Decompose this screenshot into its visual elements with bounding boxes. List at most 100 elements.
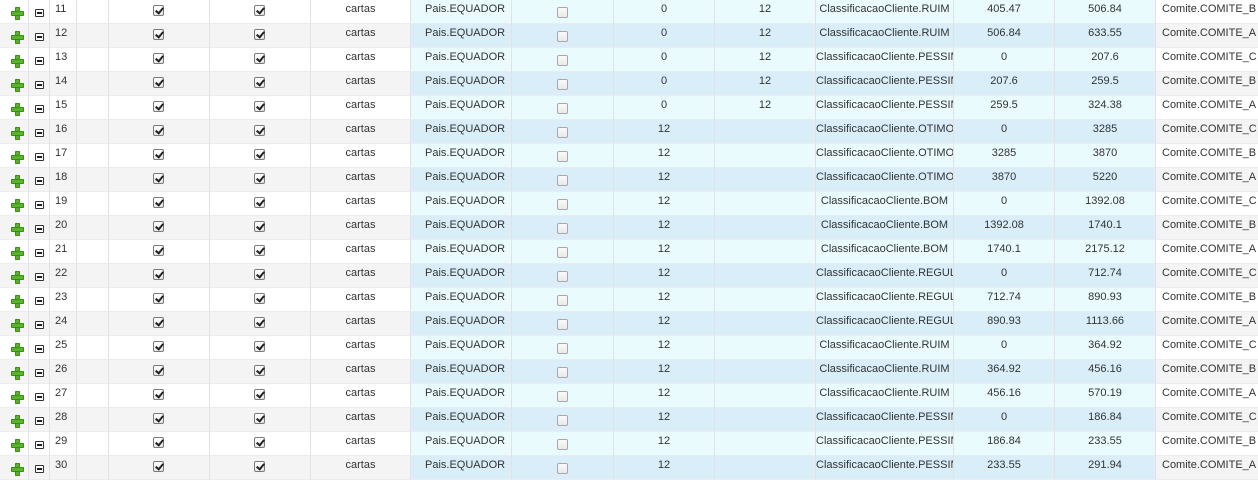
checkbox-checked[interactable] xyxy=(254,341,265,352)
minus-icon[interactable] xyxy=(35,249,44,257)
add-row-cell[interactable] xyxy=(0,432,29,456)
value1-cell[interactable]: 12 xyxy=(614,168,715,192)
max-cell[interactable]: 1392.08 xyxy=(1055,192,1156,216)
checkbox-checked[interactable] xyxy=(254,197,265,208)
remove-row-cell[interactable] xyxy=(29,456,50,480)
comite-cell[interactable]: Comite.COMITE_A xyxy=(1156,96,1258,120)
minus-icon[interactable] xyxy=(35,177,44,185)
value2-cell[interactable]: 12 xyxy=(715,96,816,120)
value1-cell[interactable]: 12 xyxy=(614,408,715,432)
text-cell[interactable]: cartas xyxy=(311,216,411,240)
min-cell[interactable]: 364.92 xyxy=(954,360,1055,384)
checkbox-cell-2[interactable] xyxy=(210,144,311,168)
plus-icon[interactable] xyxy=(11,391,24,404)
checkbox-cell-1[interactable] xyxy=(109,192,210,216)
text-cell[interactable]: cartas xyxy=(311,240,411,264)
pais-cell[interactable]: Pais.EQUADOR xyxy=(411,456,512,480)
checkbox-checked[interactable] xyxy=(153,173,164,184)
add-row-cell[interactable] xyxy=(0,0,29,24)
minus-icon[interactable] xyxy=(35,33,44,41)
value2-cell[interactable] xyxy=(715,216,816,240)
min-cell[interactable]: 1740.1 xyxy=(954,240,1055,264)
plus-icon[interactable] xyxy=(11,199,24,212)
max-cell[interactable]: 186.84 xyxy=(1055,408,1156,432)
min-cell[interactable]: 0 xyxy=(954,336,1055,360)
add-row-cell[interactable] xyxy=(0,72,29,96)
checkbox-checked[interactable] xyxy=(254,77,265,88)
minus-icon[interactable] xyxy=(35,129,44,137)
comite-cell[interactable]: Comite.COMITE_A xyxy=(1156,240,1258,264)
checkbox-unchecked[interactable] xyxy=(556,175,568,186)
classificacao-cell[interactable]: ClassificacaoCliente.OTIMO xyxy=(816,168,954,192)
remove-row-cell[interactable] xyxy=(29,192,50,216)
value1-cell[interactable]: 0 xyxy=(614,72,715,96)
min-cell[interactable]: 3870 xyxy=(954,168,1055,192)
checkbox-checked[interactable] xyxy=(153,461,164,472)
min-cell[interactable]: 0 xyxy=(954,264,1055,288)
remove-row-cell[interactable] xyxy=(29,120,50,144)
checkbox-cell-2[interactable] xyxy=(210,120,311,144)
comite-cell[interactable]: Comite.COMITE_B xyxy=(1156,72,1258,96)
classificacao-cell[interactable]: ClassificacaoCliente.OTIMO xyxy=(816,120,954,144)
checkbox-cell-2[interactable] xyxy=(210,240,311,264)
classificacao-cell[interactable]: ClassificacaoCliente.PESSIM xyxy=(816,48,954,72)
minus-icon[interactable] xyxy=(35,465,44,473)
plus-icon[interactable] xyxy=(11,7,24,20)
minus-icon[interactable] xyxy=(35,369,44,377)
checkbox-cell-1[interactable] xyxy=(109,96,210,120)
max-cell[interactable]: 259.5 xyxy=(1055,72,1156,96)
max-cell[interactable]: 570.19 xyxy=(1055,384,1156,408)
min-cell[interactable]: 1392.08 xyxy=(954,216,1055,240)
text-cell[interactable]: cartas xyxy=(311,360,411,384)
classificacao-cell[interactable]: ClassificacaoCliente.PESSIM xyxy=(816,456,954,480)
max-cell[interactable]: 712.74 xyxy=(1055,264,1156,288)
checkbox-checked[interactable] xyxy=(153,125,164,136)
max-cell[interactable]: 456.16 xyxy=(1055,360,1156,384)
min-cell[interactable]: 890.93 xyxy=(954,312,1055,336)
min-cell[interactable]: 405.47 xyxy=(954,0,1055,24)
checkbox-cell-3[interactable] xyxy=(512,288,614,312)
value2-cell[interactable]: 12 xyxy=(715,24,816,48)
minus-icon[interactable] xyxy=(35,225,44,233)
checkbox-cell-1[interactable] xyxy=(109,168,210,192)
value1-cell[interactable]: 0 xyxy=(614,96,715,120)
checkbox-checked[interactable] xyxy=(153,53,164,64)
add-row-cell[interactable] xyxy=(0,312,29,336)
min-cell[interactable]: 712.74 xyxy=(954,288,1055,312)
value2-cell[interactable] xyxy=(715,288,816,312)
checkbox-cell-1[interactable] xyxy=(109,48,210,72)
plus-icon[interactable] xyxy=(11,55,24,68)
pais-cell[interactable]: Pais.EQUADOR xyxy=(411,0,512,24)
value1-cell[interactable]: 0 xyxy=(614,0,715,24)
comite-cell[interactable]: Comite.COMITE_B xyxy=(1156,144,1258,168)
value1-cell[interactable]: 12 xyxy=(614,144,715,168)
checkbox-cell-1[interactable] xyxy=(109,72,210,96)
min-cell[interactable]: 259.5 xyxy=(954,96,1055,120)
value2-cell[interactable] xyxy=(715,168,816,192)
value2-cell[interactable]: 12 xyxy=(715,0,816,24)
checkbox-cell-2[interactable] xyxy=(210,360,311,384)
value2-cell[interactable] xyxy=(715,264,816,288)
checkbox-cell-2[interactable] xyxy=(210,48,311,72)
checkbox-unchecked[interactable] xyxy=(556,391,568,402)
checkbox-checked[interactable] xyxy=(153,77,164,88)
checkbox-checked[interactable] xyxy=(153,29,164,40)
value2-cell[interactable]: 12 xyxy=(715,48,816,72)
remove-row-cell[interactable] xyxy=(29,432,50,456)
checkbox-cell-3[interactable] xyxy=(512,264,614,288)
checkbox-unchecked[interactable] xyxy=(556,199,568,210)
classificacao-cell[interactable]: ClassificacaoCliente.REGULA xyxy=(816,312,954,336)
checkbox-checked[interactable] xyxy=(153,341,164,352)
checkbox-checked[interactable] xyxy=(254,317,265,328)
checkbox-cell-1[interactable] xyxy=(109,336,210,360)
max-cell[interactable]: 2175.12 xyxy=(1055,240,1156,264)
remove-row-cell[interactable] xyxy=(29,360,50,384)
checkbox-cell-1[interactable] xyxy=(109,120,210,144)
max-cell[interactable]: 633.55 xyxy=(1055,24,1156,48)
checkbox-cell-1[interactable] xyxy=(109,312,210,336)
pais-cell[interactable]: Pais.EQUADOR xyxy=(411,432,512,456)
checkbox-checked[interactable] xyxy=(153,101,164,112)
add-row-cell[interactable] xyxy=(0,144,29,168)
remove-row-cell[interactable] xyxy=(29,264,50,288)
text-cell[interactable]: cartas xyxy=(311,48,411,72)
